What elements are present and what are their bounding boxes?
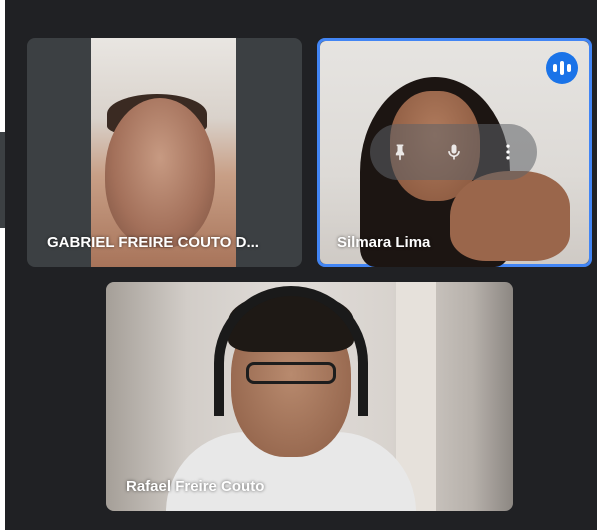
window-edge-shadow	[0, 132, 5, 228]
participant-name: Silmara Lima	[337, 234, 431, 251]
pin-icon[interactable]	[384, 136, 416, 168]
window-edge	[0, 0, 5, 530]
video-arm	[450, 171, 570, 261]
speaking-indicator-icon	[546, 52, 578, 84]
more-options-icon[interactable]	[492, 136, 524, 168]
tile-controls	[370, 124, 537, 180]
participant-tile-gabriel[interactable]: GABRIEL FREIRE COUTO D...	[27, 38, 302, 267]
participant-name: Rafael Freire Couto	[126, 478, 265, 495]
mic-icon[interactable]	[438, 136, 470, 168]
participant-video	[91, 38, 236, 267]
participant-tile-rafael[interactable]: Rafael Freire Couto	[106, 282, 513, 511]
participant-name: GABRIEL FREIRE COUTO D...	[47, 234, 259, 251]
video-face	[105, 98, 215, 248]
participant-video	[106, 282, 513, 511]
video-glasses	[246, 362, 336, 384]
participant-tile-silmara[interactable]: Silmara Lima	[317, 38, 592, 267]
